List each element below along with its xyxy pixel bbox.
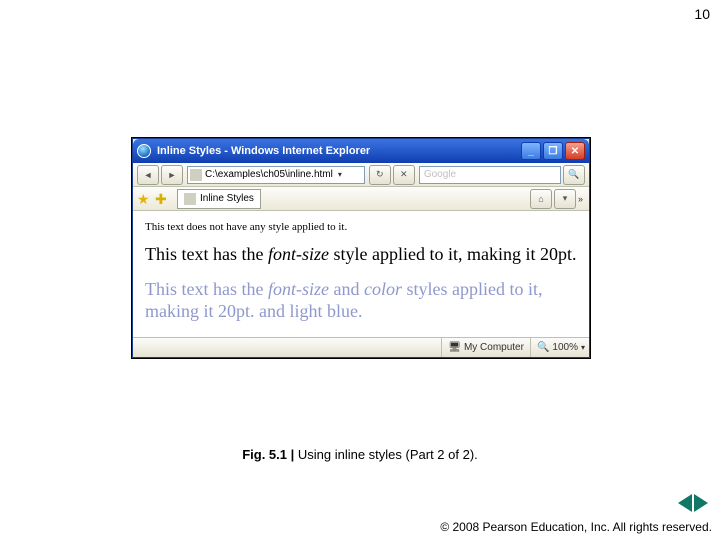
search-input[interactable]: Google xyxy=(419,166,561,184)
zoom-dropdown-icon[interactable]: ▾ xyxy=(581,343,585,352)
favorites-star-icon[interactable]: ★ xyxy=(137,191,153,207)
address-bar[interactable]: C:\examples\ch05\inline.html ▾ xyxy=(187,166,365,184)
address-toolbar: ◄ ► C:\examples\ch05\inline.html ▾ ↻ ✕ G… xyxy=(133,163,589,187)
back-button[interactable]: ◄ xyxy=(137,165,159,185)
paragraph-fontsize: This text has the font-size style applie… xyxy=(145,243,577,266)
prev-slide-button[interactable] xyxy=(678,494,692,512)
stop-button[interactable]: ✕ xyxy=(393,165,415,185)
tab-toolbar: ★ ✚ Inline Styles ⌂ ▾ » xyxy=(133,187,589,211)
window-controls: _ ❐ ✕ xyxy=(521,142,585,160)
search-placeholder: Google xyxy=(424,169,456,180)
paragraph-color: This text has the font-size and color st… xyxy=(145,278,577,323)
address-dropdown-icon[interactable]: ▾ xyxy=(333,170,347,179)
favorites-add-icon[interactable]: ✚ xyxy=(155,191,171,207)
paragraph-plain: This text does not have any style applie… xyxy=(145,221,577,233)
page-content: This text does not have any style applie… xyxy=(133,211,589,337)
browser-window: Inline Styles - Windows Internet Explore… xyxy=(132,138,590,358)
home-button[interactable]: ⌂ xyxy=(530,189,552,209)
caption-label: Fig. 5.1 | xyxy=(242,447,294,462)
copyright-footer: © 2008 Pearson Education, Inc. All right… xyxy=(440,520,712,534)
tab-label: Inline Styles xyxy=(200,193,254,204)
caption-text: Using inline styles (Part 2 of 2). xyxy=(294,447,478,462)
window-title: Inline Styles - Windows Internet Explore… xyxy=(157,145,521,157)
page-icon xyxy=(190,169,202,181)
zone-label: My Computer xyxy=(464,342,524,353)
computer-icon: 🖥 xyxy=(448,342,461,353)
status-bar: 🖥 My Computer 🔍 100% ▾ xyxy=(133,337,589,357)
forward-button[interactable]: ► xyxy=(161,165,183,185)
page-number: 10 xyxy=(694,6,710,22)
figure-caption: Fig. 5.1 | Using inline styles (Part 2 o… xyxy=(0,447,720,462)
security-zone: 🖥 My Computer xyxy=(441,338,524,357)
minimize-button[interactable]: _ xyxy=(521,142,541,160)
ie-icon xyxy=(137,144,151,158)
search-go-button[interactable]: 🔍 xyxy=(563,165,585,185)
titlebar: Inline Styles - Windows Internet Explore… xyxy=(133,139,589,163)
next-slide-button[interactable] xyxy=(694,494,708,512)
zoom-control[interactable]: 🔍 100% ▾ xyxy=(530,338,585,357)
slide-nav xyxy=(678,494,708,512)
toolbar-overflow-icon[interactable]: » xyxy=(578,194,583,204)
browser-tab[interactable]: Inline Styles xyxy=(177,189,261,209)
print-button[interactable]: ▾ xyxy=(554,189,576,209)
tab-page-icon xyxy=(184,193,196,205)
refresh-button[interactable]: ↻ xyxy=(369,165,391,185)
close-button[interactable]: ✕ xyxy=(565,142,585,160)
zoom-value: 100% xyxy=(552,342,578,353)
maximize-button[interactable]: ❐ xyxy=(543,142,563,160)
zoom-icon: 🔍 xyxy=(537,342,549,353)
address-text: C:\examples\ch05\inline.html xyxy=(205,169,333,180)
